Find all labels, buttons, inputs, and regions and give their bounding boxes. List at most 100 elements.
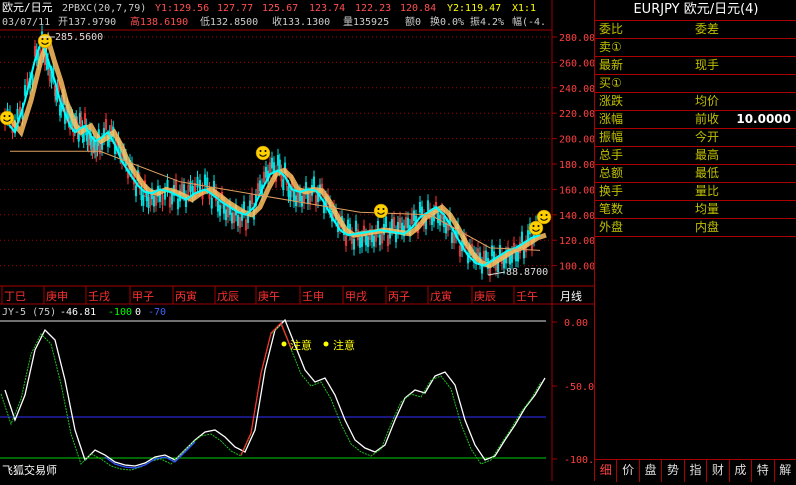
quote-value: 10.0000 bbox=[736, 110, 791, 128]
quote-row: 委比委差 bbox=[595, 20, 796, 39]
panel-tab[interactable]: 成 bbox=[730, 460, 752, 482]
quote-label: 外盘 bbox=[599, 218, 623, 236]
watermark-label: 飞狐交易师 bbox=[2, 463, 57, 477]
smiley-icon bbox=[256, 146, 270, 160]
time-tick: 丁巳 bbox=[4, 290, 26, 303]
quote-label-2: 前收 bbox=[695, 110, 719, 128]
panel-tab[interactable]: 价 bbox=[617, 460, 639, 482]
quote-label: 总额 bbox=[599, 164, 623, 182]
quote-label: 买① bbox=[599, 74, 622, 92]
quote-row: 换手 量比 bbox=[595, 182, 796, 201]
time-tick: 甲子 bbox=[132, 290, 154, 303]
price-tick: 240.00 bbox=[559, 84, 594, 95]
quote-label-2: 均价 bbox=[695, 92, 719, 110]
quote-volume: 量135925 bbox=[343, 16, 389, 28]
price-tick: 220.00 bbox=[559, 109, 594, 120]
quote-row: 买① bbox=[595, 74, 796, 93]
quote-close: 收133.1300 bbox=[272, 15, 330, 28]
price-tick: 100.00 bbox=[559, 262, 594, 273]
quote-label-2: 今开 bbox=[695, 128, 719, 146]
time-tick: 庚午 bbox=[258, 289, 280, 303]
time-tick: 壬午 bbox=[516, 290, 538, 303]
quote-label-2: 量比 bbox=[695, 182, 719, 200]
period-label: 月线 bbox=[560, 289, 582, 303]
time-tick: 丙子 bbox=[388, 290, 410, 303]
quote-label: 总手 bbox=[599, 146, 623, 164]
quote-label-2: 委差 bbox=[695, 20, 719, 38]
smiley-icon bbox=[0, 111, 14, 125]
quote-row: 涨幅 前收 10.0000 bbox=[595, 110, 796, 129]
price-chart[interactable]: 欧元/日元 2PBXC(20,7,79) Y1:129.56 127.77 12… bbox=[0, 0, 594, 481]
quote-label-2: 均量 bbox=[695, 200, 719, 218]
y3-value: 125.67 bbox=[262, 3, 298, 14]
y1-value: Y1:129.56 bbox=[155, 3, 209, 14]
panel-tab[interactable]: 势 bbox=[662, 460, 684, 482]
price-tick: 140.00 bbox=[559, 211, 594, 222]
quote-row: 最新 现手 bbox=[595, 56, 796, 75]
price-tick: 260.00 bbox=[559, 58, 594, 69]
smiley-icon bbox=[38, 34, 52, 48]
time-tick: 庚申 bbox=[46, 289, 68, 303]
panel-tabs: 细价盘势指财成特解 bbox=[595, 459, 796, 482]
quote-turnover: 换0.0% bbox=[430, 15, 464, 28]
quote-label-2: 最低 bbox=[695, 164, 719, 182]
quote-amount: 额0 bbox=[405, 15, 421, 28]
sub-level-1: -100 bbox=[108, 307, 132, 318]
quote-label: 笔数 bbox=[599, 200, 623, 218]
price-tick: 120.00 bbox=[559, 236, 594, 247]
note-2-icon bbox=[324, 342, 329, 347]
quote-label-2: 现手 bbox=[695, 56, 719, 74]
smiley-icon bbox=[374, 204, 388, 218]
symbol-count: (4) bbox=[740, 2, 758, 17]
chart-title: 欧元/日元 bbox=[2, 1, 53, 14]
quote-change: 幅(-4. bbox=[512, 15, 546, 28]
quote-label: 卖① bbox=[599, 38, 622, 56]
y2-value: 127.77 bbox=[217, 3, 253, 14]
quote-amplitude: 振4.2% bbox=[470, 15, 504, 28]
symbol-name: 欧元/日元 bbox=[684, 2, 740, 17]
time-tick: 甲戌 bbox=[345, 290, 367, 303]
chart-area[interactable]: 欧元/日元 2PBXC(20,7,79) Y1:129.56 127.77 12… bbox=[0, 0, 594, 481]
y5-value: 122.23 bbox=[355, 3, 391, 14]
quote-row: 总手 最高 bbox=[595, 146, 796, 165]
sub-tick: -100.00 bbox=[564, 455, 594, 466]
note-1-icon bbox=[282, 342, 287, 347]
quote-high: 高138.6190 bbox=[130, 15, 188, 28]
quote-label: 涨幅 bbox=[599, 110, 623, 128]
smiley-icon bbox=[537, 210, 551, 224]
panel-tab[interactable]: 指 bbox=[685, 460, 707, 482]
quote-panel: EURJPY 欧元/日元(4) 委比委差卖①最新 现手买①涨跌均价涨幅 前收 10.0… bbox=[594, 0, 796, 481]
sub-tick: 0.00 bbox=[564, 318, 588, 329]
quote-row: 涨跌均价 bbox=[595, 92, 796, 111]
panel-tab[interactable]: 盘 bbox=[640, 460, 662, 482]
sub-level-3: -70 bbox=[148, 307, 166, 318]
sub-tick: -50.00 bbox=[564, 382, 594, 393]
quote-row: 笔数 均量 bbox=[595, 200, 796, 219]
peak-label: 285.5600 bbox=[55, 32, 103, 43]
quote-label-2: 内盘 bbox=[695, 218, 719, 236]
y7-value: Y2:119.47 bbox=[447, 3, 501, 14]
time-tick: 壬戌 bbox=[88, 290, 110, 303]
panel-title: EURJPY 欧元/日元(4) bbox=[595, 0, 796, 21]
quote-label-2: 最高 bbox=[695, 146, 719, 164]
quote-label: 最新 bbox=[599, 56, 623, 74]
sub-level-2: 0 bbox=[135, 307, 141, 318]
quote-open: 开137.9790 bbox=[58, 17, 116, 28]
panel-tab[interactable]: 解 bbox=[775, 460, 796, 482]
quote-row: 卖① bbox=[595, 38, 796, 57]
price-tick: 200.00 bbox=[559, 135, 594, 146]
symbol-code: EURJPY bbox=[633, 2, 679, 17]
panel-tab[interactable]: 特 bbox=[752, 460, 774, 482]
quote-date: 03/07/11 bbox=[2, 17, 50, 28]
price-tick: 280.00 bbox=[559, 33, 594, 44]
quote-row: 外盘 内盘 bbox=[595, 218, 796, 237]
note-1: 注意 bbox=[290, 338, 312, 352]
trough-label: 88.8700 bbox=[506, 267, 548, 278]
indicator-name: 2PBXC(20,7,79) bbox=[62, 3, 146, 14]
panel-tab[interactable]: 财 bbox=[707, 460, 729, 482]
panel-tab[interactable]: 细 bbox=[595, 460, 617, 482]
price-tick: 180.00 bbox=[559, 160, 594, 171]
time-tick: 戊寅 bbox=[430, 289, 452, 303]
quote-label: 换手 bbox=[599, 182, 623, 200]
quote-row: 振幅今开 bbox=[595, 128, 796, 147]
